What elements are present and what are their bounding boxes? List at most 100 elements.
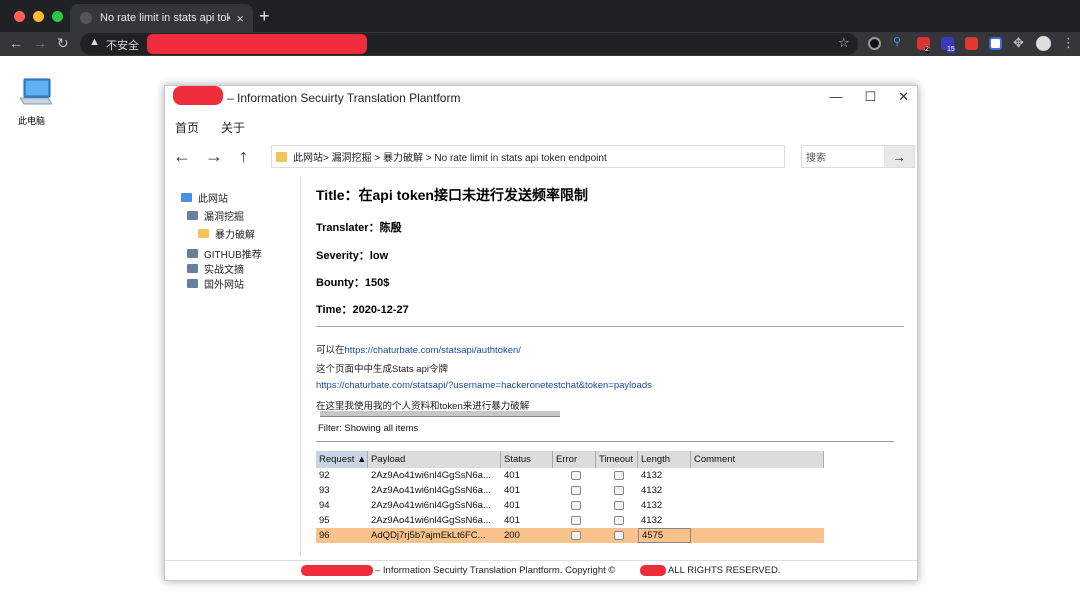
- checkbox-cell: [553, 498, 596, 513]
- extension-icon-5[interactable]: [965, 37, 978, 50]
- payload-cell: 2Az9Ao41wi6nl4GgSsN6a...: [371, 500, 491, 511]
- key-extension-icon[interactable]: ⚲: [893, 35, 906, 48]
- checkbox-cell: [596, 468, 638, 483]
- address-bar[interactable]: ▲ 不安全 ☆: [80, 33, 858, 55]
- search-go-arrow-icon[interactable]: →: [884, 146, 914, 167]
- maximize-icon[interactable]: ☐: [864, 89, 876, 105]
- timeout-checkbox[interactable]: [613, 486, 624, 495]
- browser-tab[interactable]: No rate limit in stats api token ×: [70, 4, 253, 32]
- new-tab-button[interactable]: +: [259, 6, 270, 27]
- footer-text: – Information Secuirty Translation Plant…: [375, 565, 616, 576]
- table-row[interactable]: 972Az9Ao41wi6nl4GgSsN6a401 4132: [316, 543, 824, 546]
- extension-icon-1[interactable]: [868, 37, 881, 50]
- payload-cell: 2Az9Ao41wi6nl4GgSsN6a...: [371, 515, 491, 526]
- sidebar-item-github[interactable]: GITHUB推荐: [187, 246, 262, 261]
- timeout-checkbox[interactable]: [613, 471, 624, 480]
- forward-arrow-icon[interactable]: →: [205, 146, 223, 167]
- menu-kebab-icon[interactable]: ⋮: [1062, 35, 1075, 51]
- sidebar-item-site[interactable]: 此网站: [181, 190, 228, 205]
- forward-arrow-icon[interactable]: →: [33, 35, 47, 51]
- statsapi-link[interactable]: https://chaturbate.com/statsapi/?usernam…: [316, 380, 652, 391]
- minimize-window-button[interactable]: [33, 11, 44, 22]
- checkbox-cell: [596, 528, 638, 543]
- up-arrow-icon[interactable]: ↑: [239, 146, 248, 167]
- sidebar-item-articles[interactable]: 实战文摘: [187, 261, 244, 276]
- table-row[interactable]: 92 2Az9Ao41wi6nl4GgSsN6a... 401 4132: [316, 468, 824, 483]
- app-window: – Information Secuirty Translation Plant…: [164, 85, 918, 581]
- article-severity: Severity：low: [316, 250, 389, 262]
- article-line-4: 在这里我使用我的个人资料和token来进行暴力破解: [316, 401, 530, 412]
- error-checkbox[interactable]: [571, 501, 581, 510]
- col-length[interactable]: Length: [638, 451, 691, 468]
- timeout-checkbox[interactable]: [613, 501, 624, 510]
- status-cell: 401: [504, 485, 520, 496]
- error-checkbox[interactable]: [571, 471, 581, 480]
- divider: [316, 441, 894, 442]
- comment-cell: [691, 513, 824, 528]
- back-arrow-icon[interactable]: ←: [173, 146, 191, 167]
- table-row[interactable]: 95 2Az9Ao41wi6nl4GgSsN6a... 401 4132: [316, 513, 824, 528]
- folder-icon: [276, 151, 287, 162]
- authtoken-link[interactable]: https://chaturbate.com/statsapi/authtoke…: [345, 345, 521, 356]
- close-window-button[interactable]: [14, 11, 25, 22]
- favicon-icon: [80, 12, 92, 24]
- reload-icon[interactable]: ↻: [57, 35, 69, 52]
- table-row[interactable]: 94 2Az9Ao41wi6nl4GgSsN6a... 401 4132: [316, 498, 824, 513]
- minimize-icon[interactable]: —: [829, 89, 842, 105]
- sidebar-item-vuln[interactable]: 漏洞挖掘: [187, 208, 244, 223]
- payload-cell: AdQDj7rj5b7ajmEkLt6FC...: [371, 530, 486, 541]
- checkbox-cell: [553, 513, 596, 528]
- article-time: Time：2020-12-27: [316, 304, 409, 316]
- payload-cell: 2Az9Ao41wi6nl4GgSsN6a...: [371, 485, 491, 496]
- bookmark-star-icon[interactable]: ☆: [838, 35, 850, 51]
- search-placeholder: 搜索: [806, 153, 826, 164]
- zoom-window-button[interactable]: [52, 11, 63, 22]
- sidebar-item-foreign[interactable]: 国外网站: [187, 276, 244, 291]
- col-comment[interactable]: Comment: [691, 451, 824, 468]
- window-footer: – Information Secuirty Translation Plant…: [165, 560, 917, 580]
- checkbox-cell: [596, 543, 638, 546]
- profile-avatar-icon[interactable]: [1036, 36, 1051, 51]
- checkbox-cell: [553, 543, 596, 546]
- col-timeout[interactable]: Timeout: [596, 451, 638, 468]
- col-payload[interactable]: Payload: [368, 451, 501, 468]
- menu-home[interactable]: 首页: [175, 119, 199, 136]
- extension-icon-6[interactable]: [989, 37, 1002, 50]
- payload-cell: 2Az9Ao41wi6nl4GgSsN6a...: [371, 470, 491, 481]
- tab-close-icon[interactable]: ×: [236, 11, 244, 26]
- length-cell: 4132: [641, 485, 663, 496]
- address-path[interactable]: 此网站> 漏洞挖掘 > 暴力破解 > No rate limit in stat…: [271, 145, 785, 168]
- status-cell: 200: [504, 530, 520, 541]
- article-line-2: 这个页面中中生成Stats api令牌: [316, 364, 448, 375]
- back-arrow-icon[interactable]: ←: [9, 35, 23, 51]
- article-content: Title：在api token接口未进行发送频率限制 Translater：陈…: [316, 176, 906, 556]
- divider: [316, 326, 904, 327]
- checkbox-cell: [596, 483, 638, 498]
- error-checkbox[interactable]: [571, 516, 581, 525]
- timeout-checkbox[interactable]: [613, 531, 624, 540]
- error-checkbox[interactable]: [571, 486, 581, 495]
- col-error[interactable]: Error: [553, 451, 596, 468]
- window-title: – Information Secuirty Translation Plant…: [227, 91, 461, 105]
- status-cell: 401: [504, 470, 520, 481]
- sidebar-item-bruteforce[interactable]: 暴力破解: [198, 226, 255, 241]
- comment-cell: [691, 543, 824, 546]
- window-controls: [14, 11, 63, 22]
- menu-about[interactable]: 关于: [221, 119, 245, 136]
- redacted-owner: [640, 565, 666, 576]
- error-checkbox[interactable]: [571, 531, 581, 540]
- col-status[interactable]: Status: [501, 451, 553, 468]
- computer-icon[interactable]: [20, 78, 52, 106]
- search-input[interactable]: 搜索 →: [801, 145, 915, 168]
- footer-rights: ALL RIGHTS RESERVED.: [668, 565, 781, 576]
- drive-icon: [187, 211, 198, 220]
- close-icon[interactable]: ✕: [898, 89, 909, 105]
- checkbox-cell: [596, 498, 638, 513]
- table-row[interactable]: 96 AdQDj7rj5b7ajmEkLt6FC... 200 4575: [316, 528, 824, 543]
- col-request[interactable]: Request ▲: [316, 451, 368, 468]
- ribbon-menu: 首页 关于: [175, 119, 245, 136]
- puzzle-extensions-icon[interactable]: ✥: [1013, 35, 1024, 51]
- req-cell: 95: [319, 515, 330, 526]
- timeout-checkbox[interactable]: [613, 516, 624, 525]
- table-row[interactable]: 93 2Az9Ao41wi6nl4GgSsN6a... 401 4132: [316, 483, 824, 498]
